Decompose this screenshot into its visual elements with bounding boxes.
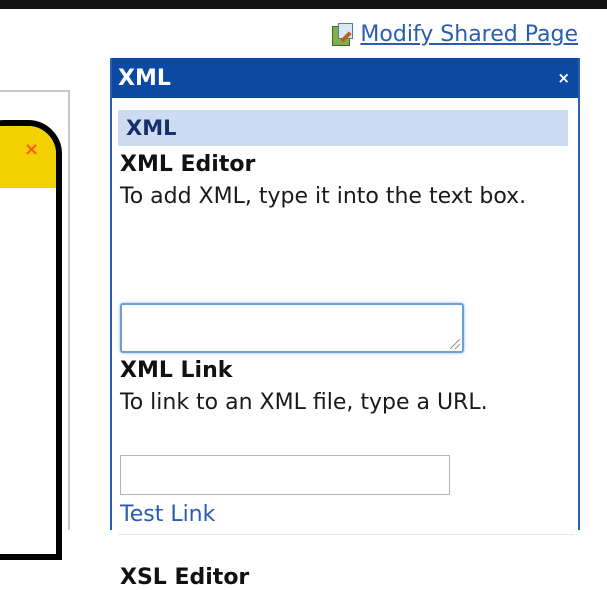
background-webpart-close-icon[interactable]: × [24,139,39,160]
modify-shared-page-link[interactable]: Modify Shared Page [330,22,578,47]
xml-link-input[interactable] [120,455,450,495]
resize-grip-icon[interactable] [450,339,460,349]
close-icon[interactable]: × [557,69,570,87]
xml-link-label: XML Link [120,358,233,383]
edit-page-icon [330,22,354,47]
xsl-editor-label: XSL Editor [120,565,250,590]
test-link[interactable]: Test Link [120,502,215,527]
xml-tool-pane: XML × XML XML Editor To add XML, type it… [110,58,580,590]
top-border-bar [0,0,607,9]
xml-section-header[interactable]: XML [118,110,568,146]
xml-editor-textarea[interactable] [120,303,464,353]
xml-editor-description: To add XML, type it into the text box. [120,184,527,209]
background-webpart [0,120,62,560]
modify-shared-page-label[interactable]: Modify Shared Page [360,22,578,47]
tool-pane-header: XML × [112,58,578,98]
section-title: XML [126,116,177,140]
tool-pane-title: XML [118,65,171,91]
xml-editor-label: XML Editor [120,152,256,177]
xml-link-description: To link to an XML file, type a URL. [120,390,488,415]
section-divider [118,534,574,535]
